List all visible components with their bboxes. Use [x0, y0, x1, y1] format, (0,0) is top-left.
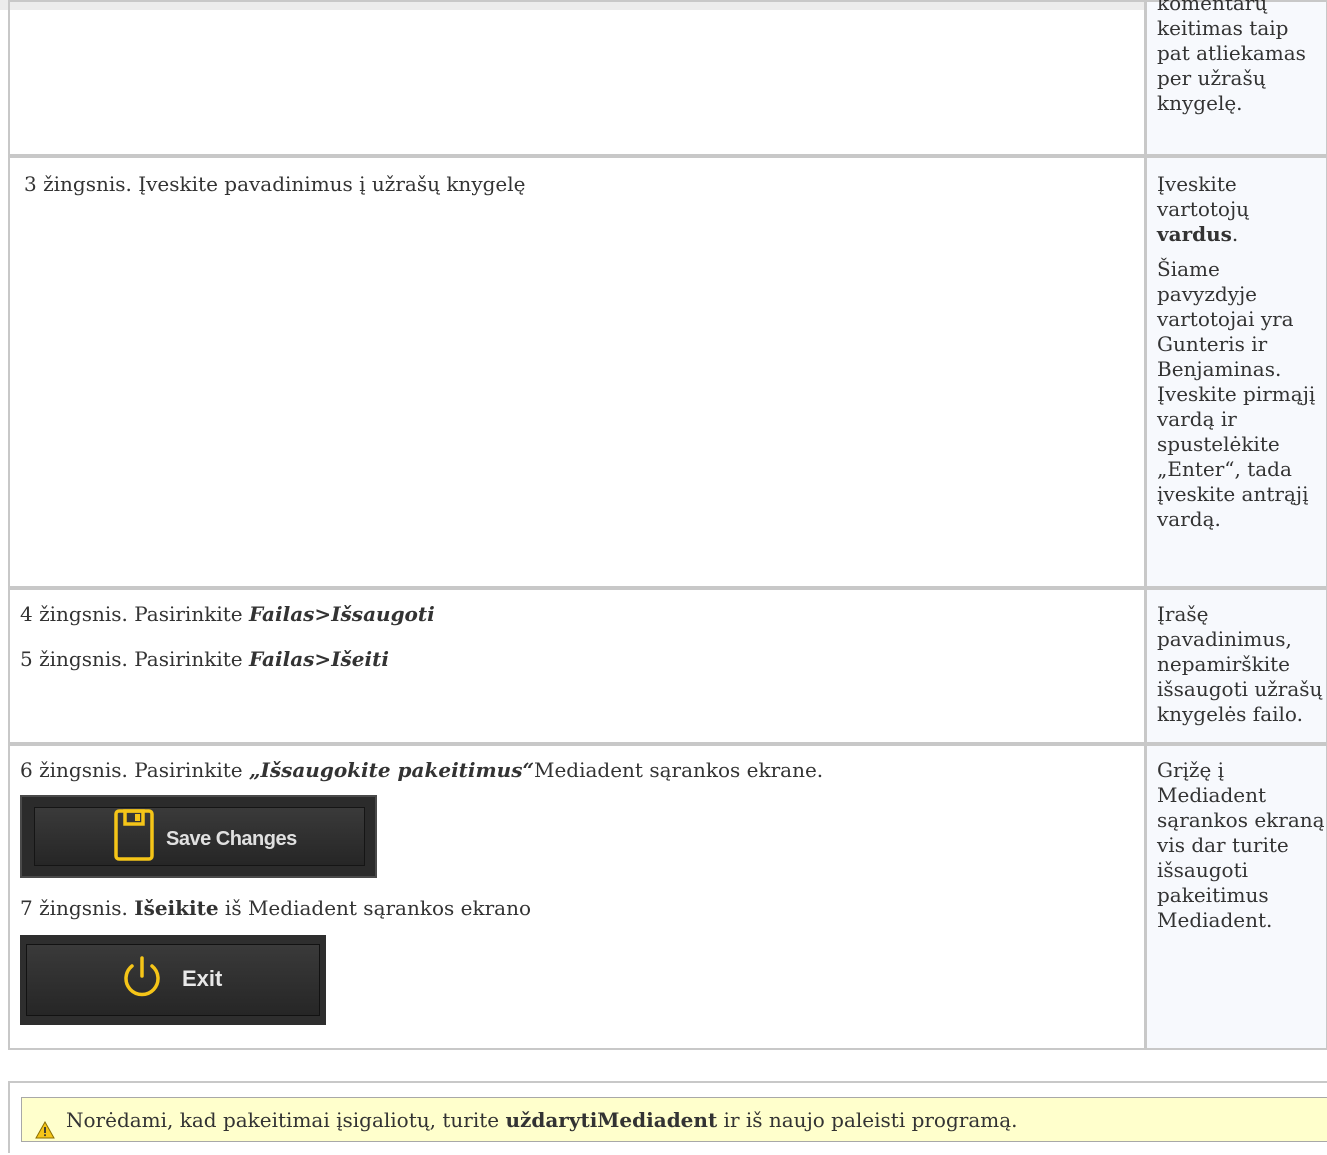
step-4-text: 4 žingsnis. Pasirinkite Failas>Išsaugoti: [20, 590, 1144, 627]
side-note-cell: komentarų keitimas taip pat atliekamas p…: [1145, 0, 1327, 156]
exit-button[interactable]: Exit: [20, 935, 326, 1025]
table-row: 6 žingsnis. Pasirinkite „Išsaugokite pak…: [8, 744, 1327, 1050]
warning-icon: [35, 1110, 55, 1155]
table-row: 4 žingsnis. Pasirinkite Failas>Išsaugoti…: [8, 588, 1327, 744]
side-note-text: Įrašę pavadinimus, nepamirškite išsaugot…: [1157, 602, 1323, 726]
step-cell: 4 žingsnis. Pasirinkite Failas>Išsaugoti…: [8, 588, 1145, 744]
step-7-suffix: iš Mediadent sąrankos ekrano: [218, 896, 531, 920]
step-5-prefix: 5 žingsnis. Pasirinkite: [20, 647, 249, 671]
step-cell: [8, 0, 1145, 156]
side-note-part: Įveskite vartotojų: [1157, 172, 1250, 221]
power-icon: [120, 956, 164, 1009]
button-face: [26, 944, 320, 1016]
step-7-text: 7 žingsnis. Išeikite iš Mediadent sąrank…: [20, 896, 1144, 921]
side-note-part: .: [1231, 222, 1239, 246]
exit-button-label: Exit: [182, 966, 223, 991]
step-4-prefix: 4 žingsnis. Pasirinkite: [20, 602, 249, 626]
note-text-prefix: Norėdami, kad pakeitimai įsigaliotų, tur…: [66, 1108, 506, 1132]
table-row: 3 žingsnis. Įveskite pavadinimus į užraš…: [8, 156, 1327, 588]
side-note-text: Įveskite vartotojų vardus.: [1157, 172, 1326, 247]
step-6-action: „Išsaugokite pakeitimus“: [248, 758, 534, 782]
step-cell: 3 žingsnis. Įveskite pavadinimus į užraš…: [8, 156, 1145, 588]
step-5-text: 5 žingsnis. Pasirinkite Failas>Išeiti: [20, 647, 1144, 672]
save-button-label: Save Changes: [166, 828, 297, 850]
note-text-bold: uždarytiMediadent: [505, 1108, 718, 1132]
side-note-text: Šiame pavyzdyje vartotojai yra Gunteris …: [1157, 257, 1316, 531]
table-row: komentarų keitimas taip pat atliekamas p…: [8, 0, 1327, 156]
side-note-text: Grįžę į Mediadent sąrankos ekraną vis da…: [1157, 758, 1325, 932]
side-note-text: komentarų keitimas taip pat atliekamas p…: [1157, 0, 1306, 115]
step-7-prefix: 7 žingsnis.: [20, 896, 135, 920]
warning-note: Norėdami, kad pakeitimai įsigaliotų, tur…: [21, 1097, 1327, 1142]
step-cell: 6 žingsnis. Pasirinkite „Išsaugokite pak…: [8, 744, 1145, 1050]
note-container: Norėdami, kad pakeitimai įsigaliotų, tur…: [8, 1081, 1327, 1153]
step-5-menu-path: Failas>Išeiti: [248, 647, 389, 671]
note-text-suffix: ir iš naujo paleisti programą.: [717, 1108, 1018, 1132]
side-note-bold: vardus: [1157, 222, 1232, 246]
step-3-text: 3 žingsnis. Įveskite pavadinimus į užraš…: [24, 172, 526, 196]
side-note-cell: Įrašę pavadinimus, nepamirškite išsaugot…: [1145, 588, 1327, 744]
step-6-text: 6 žingsnis. Pasirinkite „Išsaugokite pak…: [20, 746, 1144, 783]
save-changes-button[interactable]: Save Changes: [20, 795, 377, 878]
steps-table: komentarų keitimas taip pat atliekamas p…: [8, 0, 1327, 1050]
step-7-action: Išeikite: [134, 896, 219, 920]
floppy-disk-icon: [114, 809, 154, 868]
side-note-cell: Grįžę į Mediadent sąrankos ekraną vis da…: [1145, 744, 1327, 1050]
step-6-prefix: 6 žingsnis. Pasirinkite: [20, 758, 249, 782]
step-6-suffix: Mediadent sąrankos ekrane.: [533, 758, 824, 782]
side-note-cell: Įveskite vartotojų vardus. Šiame pavyzdy…: [1145, 156, 1327, 588]
step-4-menu-path: Failas>Išsaugoti: [248, 602, 435, 626]
